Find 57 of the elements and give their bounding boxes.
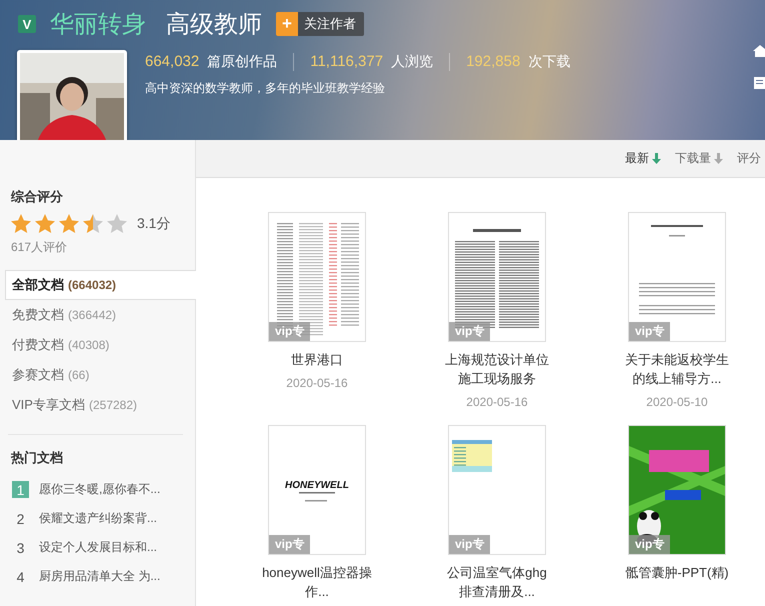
sort-option[interactable]: 评分 [737,150,761,167]
star-icon [83,214,103,233]
document-title[interactable]: 骶管囊肿-PPT(精) [621,563,733,582]
author-description: 高中资深的数学教师，多年的毕业班教学经验 [145,80,385,97]
stat-label: 篇原创作品 [207,53,278,71]
stat-value: 11,116,377 [310,53,384,70]
rating-score: 3.1分 [137,214,170,232]
document-title[interactable]: 上海规范设计单位施工现场服务 [441,350,553,388]
hot-document-link[interactable]: 侯耀文遗产纠纷案背... [39,510,158,527]
stat-label: 次下载 [528,53,570,71]
document-title[interactable]: 关于未能返校学生的线上辅导方... [621,350,733,388]
vip-tag: vip专 [449,535,490,554]
category-item[interactable]: 免费文档 (366442) [5,300,195,330]
star-icon [107,214,127,233]
star-icon [11,214,31,233]
vip-tag: vip专 [629,535,670,554]
document-date: 2020-05-16 [286,376,348,390]
hot-document-link[interactable]: 愿你三冬暖,愿你春不... [39,481,160,498]
vip-tag: vip专 [449,322,490,341]
document-preview[interactable]: HONEYWELL vip专 [268,425,366,555]
home-icon[interactable] [753,44,765,58]
category-item[interactable]: 参赛文档 (66) [5,360,195,390]
star-icon [35,214,55,233]
vip-tag: vip专 [269,535,310,554]
author-title: 高级教师 [166,10,262,40]
hot-document-link[interactable]: 厨房用品清单大全 为... [39,568,160,585]
rank-number: 1 [12,481,29,498]
category-item[interactable]: 全部文档 (664032) [5,270,196,300]
vip-tag: vip专 [269,322,310,341]
down-arrow-icon [714,153,723,164]
follow-button[interactable]: + 关注作者 [276,12,364,36]
document-thumbnail [452,440,492,472]
stat-value: 192,858 [466,53,520,70]
section-title: 综合评分 [10,188,64,206]
document-title[interactable]: 世界港口 [261,350,373,369]
stat-value: 664,032 [145,53,200,70]
stat-label: 人浏览 [391,53,434,71]
sort-option[interactable]: 下载量 [675,150,723,167]
document-date: 2020-05-16 [466,395,528,409]
category-item[interactable]: VIP专享文档 (257282) [5,390,195,420]
section-title: 热门文档 [10,449,64,467]
vip-tag: vip专 [629,322,670,341]
document-icon[interactable] [753,76,765,90]
down-arrow-icon [652,153,661,164]
rating-count: 617人评价 [10,239,68,256]
rank-number: 4 [16,568,26,585]
document-title[interactable]: 公司温室气体ghg排查清册及... [441,563,553,601]
verified-badge: V [18,15,36,33]
author-name: 华丽转身 [50,10,146,40]
hot-document-link[interactable]: 设定个人发展目标和... [39,539,158,556]
star-icon [59,214,79,233]
rank-number: 2 [16,510,26,527]
category-item[interactable]: 付费文档 (40308) [5,330,195,360]
document-date: 2020-05-10 [646,395,708,409]
document-title[interactable]: honeywell温控器操作... [261,563,373,601]
sort-option[interactable]: 最新 [625,150,661,167]
rank-number: 3 [16,539,26,556]
